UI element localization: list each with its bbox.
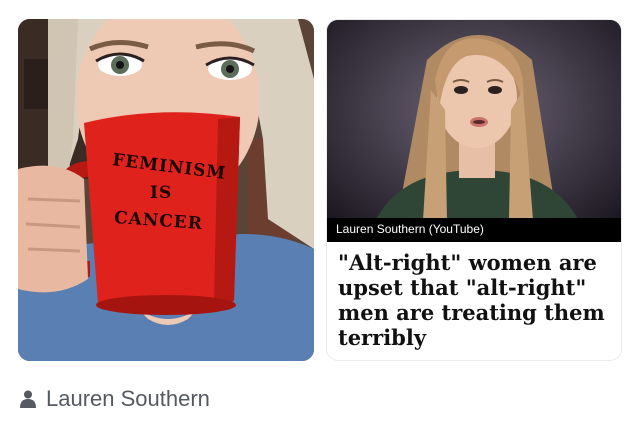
article-card[interactable]: Lauren Southern (YouTube) "Alt-right" wo… xyxy=(326,19,622,361)
article-headline[interactable]: "Alt-right" women are upset that "alt-ri… xyxy=(338,250,616,350)
photo-woman-drinking-from-mug[interactable]: FEMINISM IS CANCER xyxy=(18,19,314,361)
video-still-illustration xyxy=(327,20,621,242)
person-icon xyxy=(20,390,36,408)
author-row[interactable]: Lauren Southern xyxy=(20,386,210,412)
photo-illustration xyxy=(18,19,314,361)
video-caption: Lauren Southern (YouTube) xyxy=(336,222,484,236)
author-name[interactable]: Lauren Southern xyxy=(46,386,210,412)
video-caption-bar: Lauren Southern (YouTube) xyxy=(327,218,621,242)
video-thumbnail[interactable]: Lauren Southern (YouTube) xyxy=(327,20,621,242)
post-container: FEMINISM IS CANCER Lauren Southern (YouT… xyxy=(0,0,640,440)
